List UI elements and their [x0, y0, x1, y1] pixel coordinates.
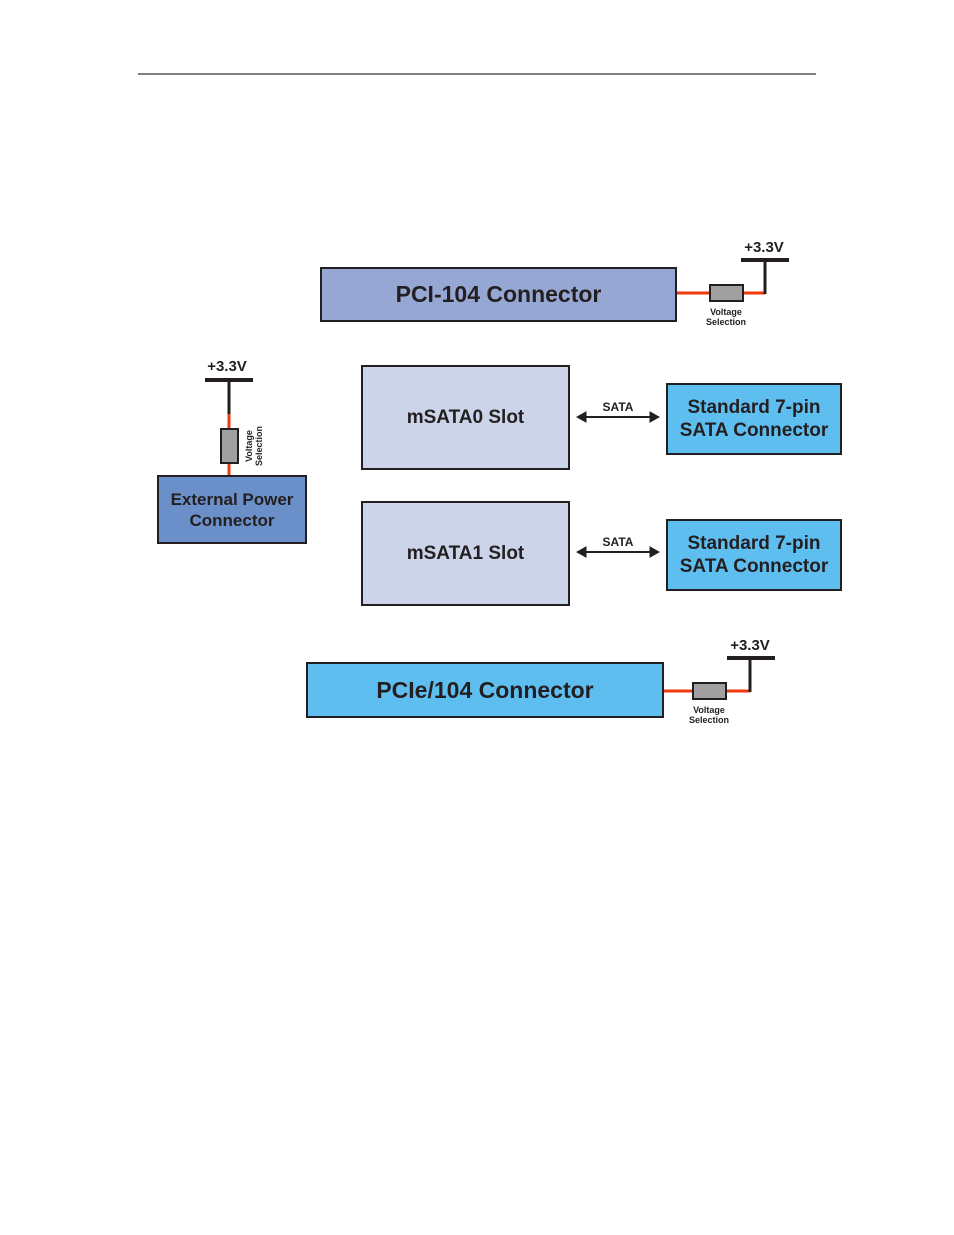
- sata1-link-label: SATA: [602, 535, 634, 549]
- pci104-connector: PCI-104 Connector: [320, 267, 677, 322]
- ext-voltage-label: +3.3V: [207, 358, 247, 375]
- external-power-connector: External Power Connector: [157, 475, 307, 544]
- pcie104-voltage-selector: [692, 682, 727, 700]
- pcie104-voltage-label: +3.3V: [730, 637, 770, 654]
- pci104-selection-label: Voltage Selection: [705, 307, 747, 327]
- sata1-connector: Standard 7-pin SATA Connector: [666, 519, 842, 591]
- pcie104-connector: PCIe/104 Connector: [306, 662, 664, 718]
- pcie104-selection-label: Voltage Selection: [688, 705, 730, 725]
- msata1-slot: mSATA1 Slot: [361, 501, 570, 606]
- sata0-connector: Standard 7-pin SATA Connector: [666, 383, 842, 455]
- pci104-voltage-label: +3.3V: [744, 239, 784, 256]
- ext-selection-label: Voltage Selection: [244, 425, 264, 467]
- msata0-slot: mSATA0 Slot: [361, 365, 570, 470]
- ext-voltage-selector: [220, 428, 239, 464]
- sata0-link-label: SATA: [602, 400, 634, 414]
- pci104-voltage-selector: [709, 284, 744, 302]
- diagram-lines: [138, 73, 816, 700]
